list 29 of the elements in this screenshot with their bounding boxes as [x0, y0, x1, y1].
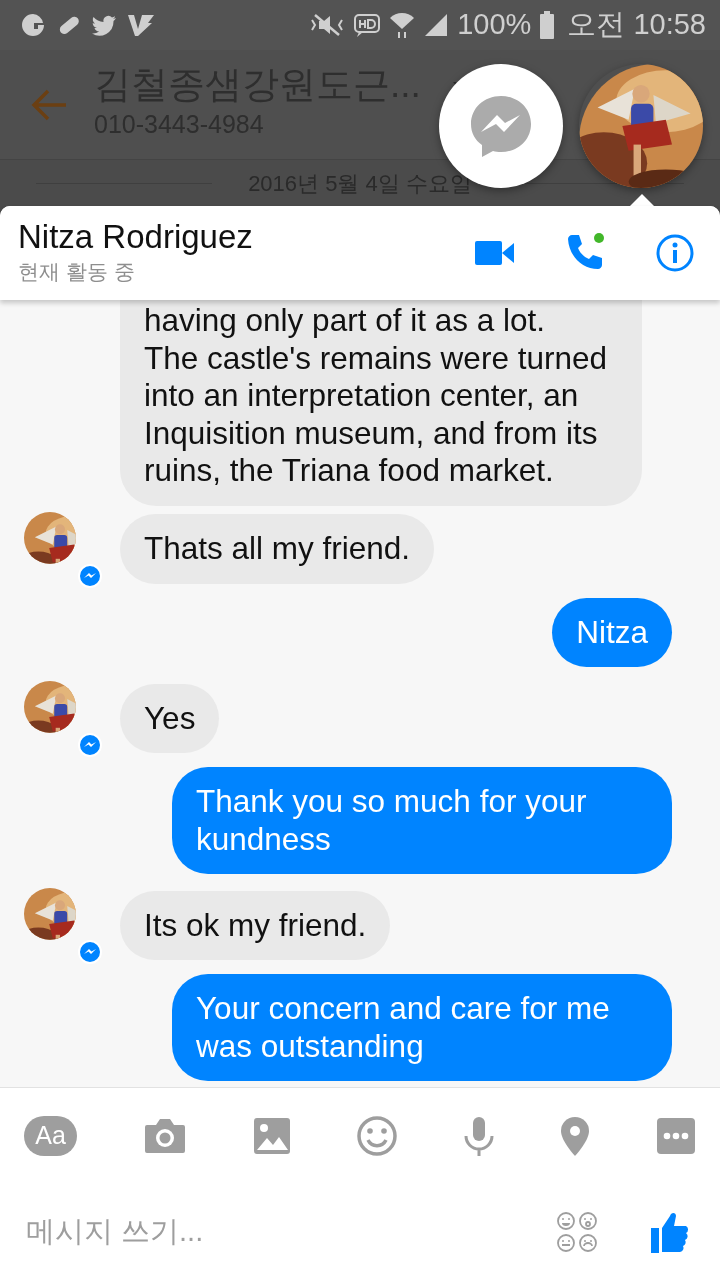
received-message: having only part of it as a lot. The castle's remains were turned into an interpretation center, an Inquisition museum, and from its ruins, the Triana food market. [120, 300, 642, 506]
presence-status: 현재 활동 중 [18, 259, 136, 286]
stickers-icon[interactable] [556, 1210, 598, 1253]
sent-message: Your concern and care for me was outstanding [172, 974, 672, 1081]
wifi-icon [389, 11, 416, 39]
received-message: Thats all my friend. [120, 514, 435, 584]
contact-name: Nitza Rodriguez [18, 218, 254, 257]
hd-icon [353, 12, 382, 38]
battery-icon [539, 11, 556, 39]
text-format-button[interactable]: Aa [24, 1116, 77, 1156]
more-icon[interactable] [655, 1117, 696, 1155]
signal-icon [423, 12, 450, 38]
video-call-icon[interactable] [475, 239, 515, 267]
clock: 오전 10:58 [567, 7, 706, 43]
info-icon[interactable] [655, 233, 695, 273]
sent-message: Thank you so much for your kundness [172, 767, 672, 874]
app-icon [126, 12, 156, 38]
message-input[interactable]: 메시지 쓰기... [26, 1209, 556, 1254]
sent-message: Nitza [552, 597, 672, 667]
mute-icon [309, 12, 346, 38]
location-pin-icon[interactable] [560, 1116, 591, 1156]
received-message: Its ok my friend. [120, 890, 391, 960]
app-icon [20, 12, 46, 38]
emoji-icon[interactable] [356, 1115, 399, 1157]
microphone-icon[interactable] [464, 1116, 495, 1156]
image-icon[interactable] [252, 1117, 291, 1155]
received-message: Yes [120, 683, 220, 753]
camera-icon[interactable] [142, 1117, 187, 1155]
battery-level: 100% [457, 7, 532, 43]
